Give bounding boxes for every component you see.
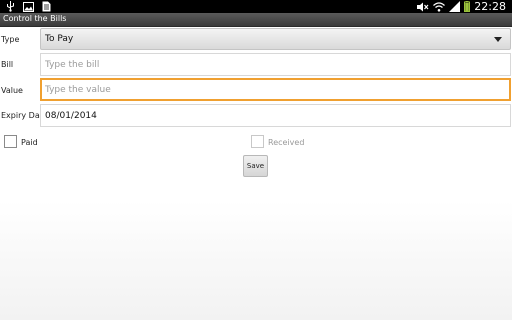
status-right-icons: 22:28 bbox=[417, 0, 506, 13]
type-label: Type bbox=[1, 35, 20, 44]
wifi-icon bbox=[433, 1, 446, 12]
battery-icon bbox=[464, 1, 471, 12]
save-button[interactable]: Save bbox=[243, 155, 268, 177]
dropdown-arrow-icon bbox=[494, 37, 502, 42]
paid-label: Paid bbox=[21, 138, 38, 147]
value-label: Value bbox=[1, 86, 23, 95]
type-selected-value: To Pay bbox=[45, 34, 74, 44]
signal-icon bbox=[449, 1, 461, 12]
expiry-date-input[interactable] bbox=[40, 104, 511, 127]
status-bar: 22:28 bbox=[0, 0, 512, 13]
value-input[interactable] bbox=[40, 78, 511, 101]
document-icon bbox=[42, 1, 51, 12]
type-spinner[interactable]: To Pay bbox=[40, 28, 511, 50]
paid-checkbox[interactable] bbox=[4, 135, 17, 148]
status-left-icons bbox=[6, 1, 51, 12]
app-title-bar: Control the Bills bbox=[0, 13, 512, 27]
background-fade bbox=[0, 200, 512, 320]
image-icon bbox=[23, 1, 34, 12]
bill-label: Bill bbox=[1, 60, 14, 69]
app-title: Control the Bills bbox=[3, 14, 67, 23]
bill-input[interactable] bbox=[40, 53, 511, 76]
received-label: Received bbox=[268, 138, 305, 147]
clock: 22:28 bbox=[474, 0, 506, 13]
received-checkbox[interactable] bbox=[251, 135, 264, 148]
mute-icon bbox=[417, 2, 429, 11]
usb-icon bbox=[7, 1, 14, 12]
